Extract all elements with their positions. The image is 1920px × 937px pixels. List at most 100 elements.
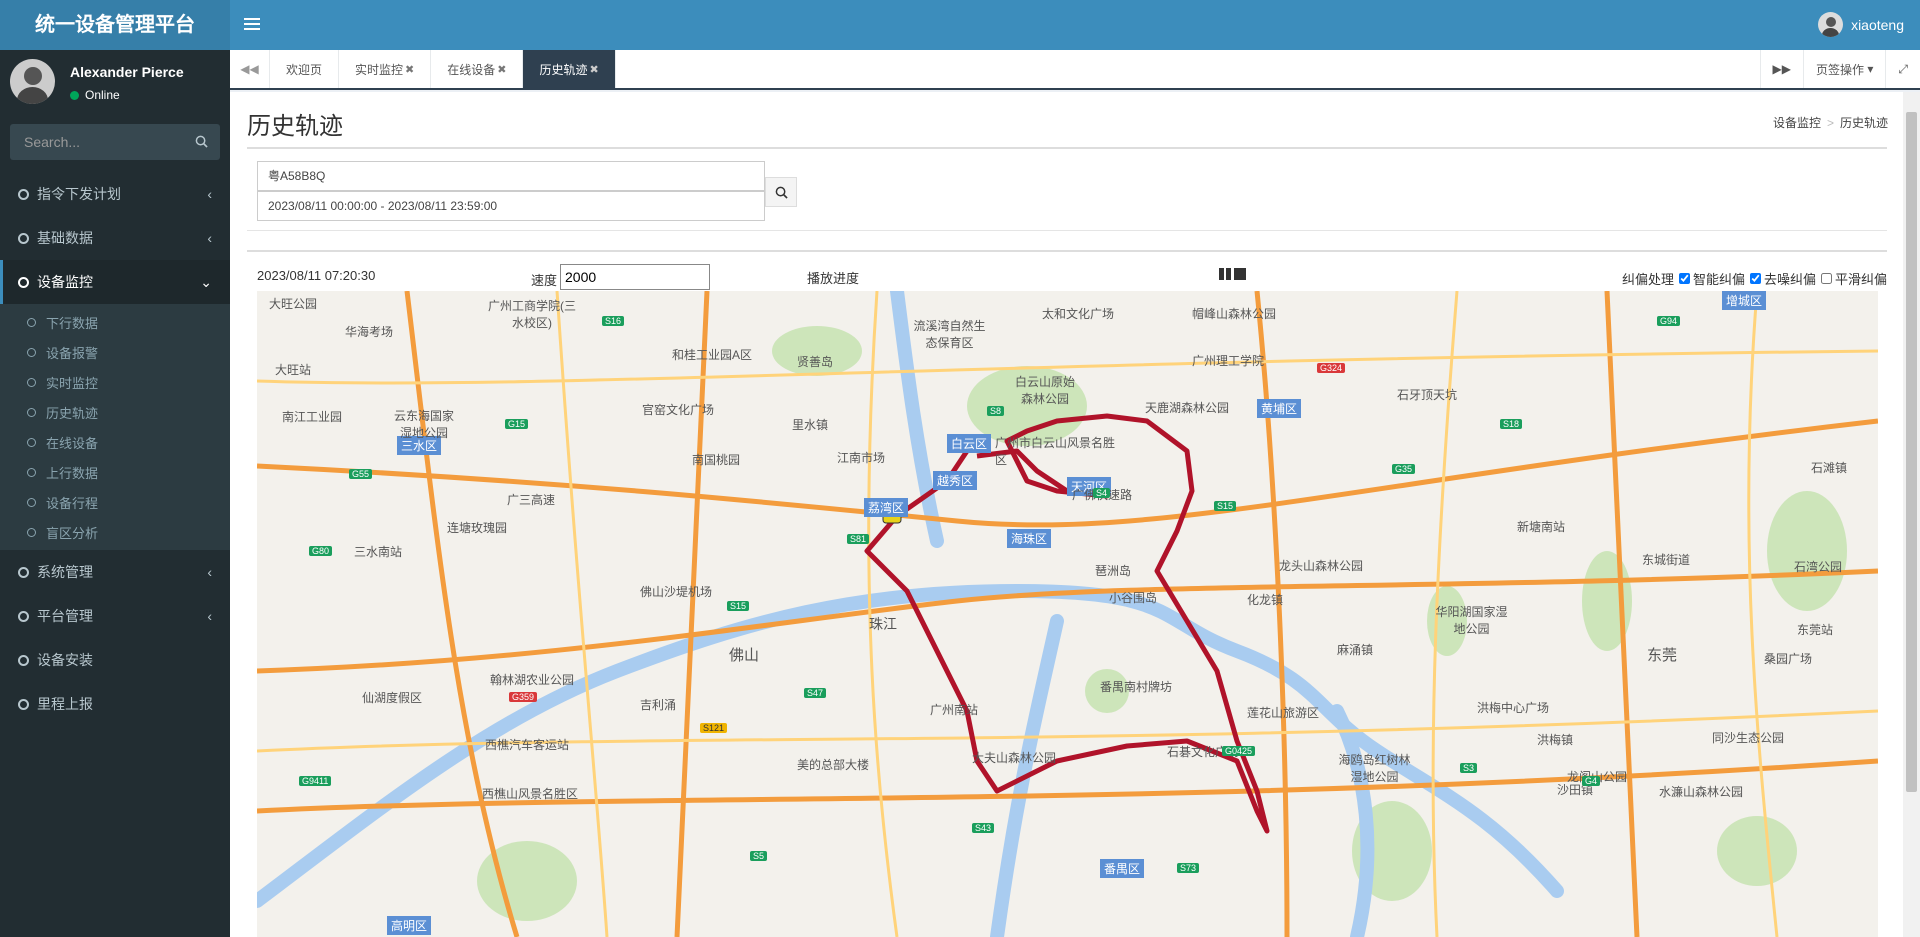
tab-spacer	[616, 50, 1760, 88]
close-icon[interactable]: ✖	[405, 63, 414, 76]
map-place: 小谷围岛	[1109, 591, 1158, 605]
map-place: 帽峰山森林公园	[1192, 307, 1277, 321]
breadcrumb-item[interactable]: 设备监控	[1773, 116, 1821, 130]
map-place: 石牙顶天坑	[1397, 388, 1458, 402]
district-label: 高明区	[387, 916, 432, 935]
app-logo[interactable]: 统一设备管理平台	[0, 0, 230, 50]
divider	[247, 250, 1887, 252]
subitem-label: 在线设备	[46, 435, 99, 451]
tab-ops-button[interactable]: 页签操作 ▾	[1803, 50, 1885, 88]
map-place: 珠江	[869, 616, 897, 632]
date-range-field[interactable]: 2023/08/11 00:00:00 - 2023/08/11 23:59:0…	[257, 191, 765, 221]
tab-history[interactable]: 历史轨迹 ✖	[523, 50, 616, 88]
sidebar-item-mileage[interactable]: 里程上报	[0, 682, 230, 726]
subitem-label: 设备行程	[46, 495, 99, 511]
map-place: 华阳湖国家湿地公园	[1435, 605, 1508, 636]
chevron-left-icon: ‹	[207, 230, 212, 246]
search-icon[interactable]	[195, 135, 208, 148]
highway-badge: G9411	[299, 776, 332, 786]
map-place: 云东海国家湿地公园	[393, 409, 454, 440]
map-place: 大旺公园	[269, 297, 318, 311]
map-canvas[interactable]: 白云区 越秀区 天河区 荔湾区 海珠区 黄埔区 番禺区 三水区 增城区 高明区 …	[257, 291, 1878, 937]
map-place: 东城街道	[1642, 553, 1691, 567]
map-place: 广州市白云山风景名胜区	[995, 436, 1116, 467]
tab-online[interactable]: 在线设备 ✖	[431, 50, 524, 88]
circle-icon	[18, 654, 29, 666]
sidebar-subitem-realtime[interactable]: 实时监控	[0, 367, 230, 397]
highway-badge: S5	[750, 851, 768, 861]
sidebar-subitem-trip[interactable]: 设备行程	[0, 487, 230, 517]
sidebar-item-command-plan[interactable]: 指令下发计划 ‹	[0, 172, 230, 216]
user-status-label: Online	[85, 88, 120, 102]
highway-badge: G0425	[1222, 746, 1256, 756]
user-menu[interactable]: xiaoteng	[1818, 12, 1904, 37]
denoise-correction-checkbox[interactable]	[1749, 273, 1761, 284]
breadcrumb-current: 历史轨迹	[1839, 116, 1888, 130]
plate-field[interactable]: 粤A58B8Q	[257, 161, 765, 191]
district-label: 白云区	[947, 434, 992, 453]
sidebar-subitem-uplink[interactable]: 上行数据	[0, 457, 230, 487]
pause-icon[interactable]	[1219, 268, 1231, 280]
correction-options: 纠偏处理 智能纠偏 去噪纠偏 平滑纠偏	[1622, 269, 1887, 288]
query-search-button[interactable]	[765, 177, 797, 207]
smooth-correction-checkbox[interactable]	[1820, 273, 1832, 284]
progress-label: 播放进度	[807, 271, 860, 286]
divider	[247, 147, 1887, 149]
user-name: Alexander Pierce	[70, 64, 184, 80]
sidebar-subitem-online[interactable]: 在线设备	[0, 427, 230, 457]
fullscreen-icon[interactable]: ⤢	[1885, 50, 1920, 88]
highway-badge: S3	[1460, 763, 1478, 773]
stop-icon[interactable]	[1234, 268, 1246, 280]
subitem-label: 上行数据	[46, 465, 99, 481]
tab-welcome[interactable]: 欢迎页	[270, 50, 340, 88]
sidebar-item-platform[interactable]: 平台管理 ‹	[0, 594, 230, 638]
tab-label: 欢迎页	[286, 62, 323, 77]
sidebar-subitem-alarm[interactable]: 设备报警	[0, 337, 230, 367]
sidebar-search-input[interactable]	[10, 124, 190, 160]
tab-realtime[interactable]: 实时监控 ✖	[339, 50, 432, 88]
close-icon[interactable]: ✖	[497, 63, 506, 76]
highway-badge: S16	[602, 316, 625, 326]
circle-icon	[27, 497, 36, 507]
sidebar-menu: 指令下发计划 ‹ 基础数据 ‹ 设备监控 ⌄ 下行数据 设备报警 实时监控 历史轨迹 …	[0, 172, 230, 726]
speed-input[interactable]	[560, 264, 710, 290]
map-place: 江南市场	[837, 451, 886, 465]
circle-icon	[27, 377, 36, 387]
scrollbar-thumb[interactable]	[1906, 112, 1917, 792]
tab-scroll-right-icon[interactable]: ▶▶	[1759, 50, 1803, 88]
sidebar-item-basic-data[interactable]: 基础数据 ‹	[0, 216, 230, 260]
highway-badge: G359	[509, 692, 538, 702]
sidebar-item-install[interactable]: 设备安装	[0, 638, 230, 682]
district-label: 荔湾区	[864, 498, 909, 517]
circle-icon	[18, 232, 29, 244]
sidebar-subitem-downlink[interactable]: 下行数据	[0, 307, 230, 337]
map-place: 和桂工业园A区	[672, 348, 753, 362]
online-dot-icon	[70, 90, 79, 100]
search-icon	[775, 186, 788, 199]
sidebar-item-system[interactable]: 系统管理 ‹	[0, 550, 230, 594]
highway-badge: G15	[505, 419, 529, 429]
map-place: 龙头山森林公园	[1279, 559, 1364, 573]
district-label: 增城区	[1722, 291, 1767, 310]
checkbox-label: 去噪纠偏	[1763, 272, 1816, 287]
sidebar-item-label: 基础数据	[37, 230, 93, 246]
subitem-label: 下行数据	[46, 315, 99, 331]
close-icon[interactable]: ✖	[590, 63, 599, 76]
page-scrollbar[interactable]	[1903, 92, 1920, 937]
highway-badge: S73	[1177, 863, 1200, 873]
sidebar-toggle-icon[interactable]	[244, 15, 260, 35]
sidebar-item-device-monitor[interactable]: 设备监控 ⌄	[0, 260, 230, 304]
map-place: 广州南站	[930, 703, 979, 717]
circle-icon	[27, 437, 36, 447]
smart-correction-checkbox[interactable]	[1678, 273, 1690, 284]
map-place: 流溪湾自然生态保育区	[913, 319, 986, 350]
highway-badge: S121	[700, 723, 728, 733]
highway-badge: S43	[972, 823, 995, 833]
circle-icon	[18, 566, 29, 578]
highway-badge: G4	[1582, 776, 1601, 786]
tab-scroll-left-icon[interactable]: ◀◀	[230, 50, 270, 88]
sidebar-subitem-blindzone[interactable]: 盲区分析	[0, 517, 230, 547]
breadcrumb: 设备监控 > 历史轨迹	[1773, 114, 1888, 131]
sidebar-subitem-history[interactable]: 历史轨迹	[0, 397, 230, 427]
highway-badge: S8	[987, 406, 1005, 416]
